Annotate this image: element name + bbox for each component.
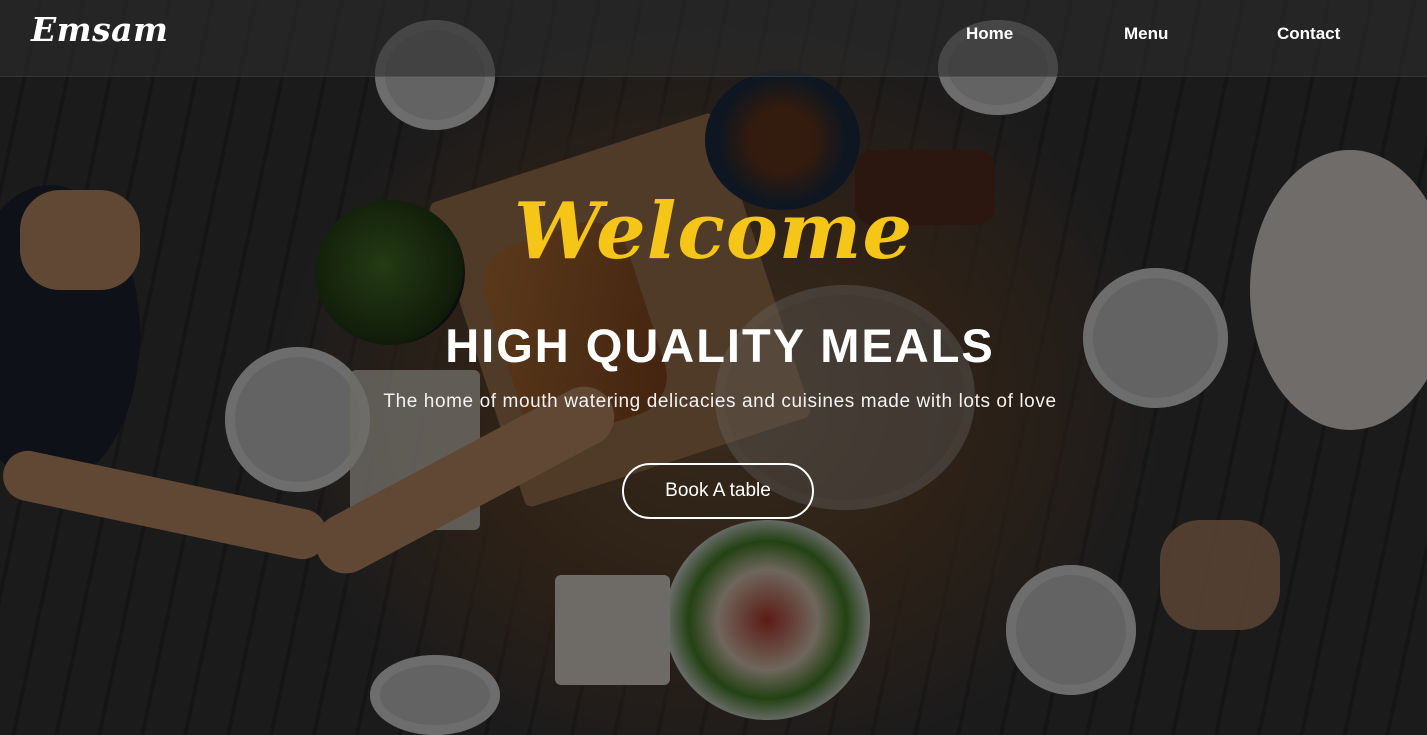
nav-link-home[interactable]: Home <box>966 24 1013 44</box>
hero-headline: HIGH QUALITY MEALS <box>445 319 995 372</box>
hero-subheading: The home of mouth watering delicacies an… <box>383 391 1057 412</box>
welcome-heading: Welcome <box>513 186 914 277</box>
nav-link-contact[interactable]: Contact <box>1277 24 1340 44</box>
brand-logo[interactable]: Emsam <box>31 10 168 49</box>
hero-section: Emsam Home Menu Contact Welcome HIGH QUA… <box>0 0 1427 735</box>
book-table-button[interactable]: Book A table <box>622 463 814 519</box>
nav-link-menu[interactable]: Menu <box>1124 24 1168 44</box>
navbar: Emsam Home Menu Contact <box>0 0 1427 77</box>
